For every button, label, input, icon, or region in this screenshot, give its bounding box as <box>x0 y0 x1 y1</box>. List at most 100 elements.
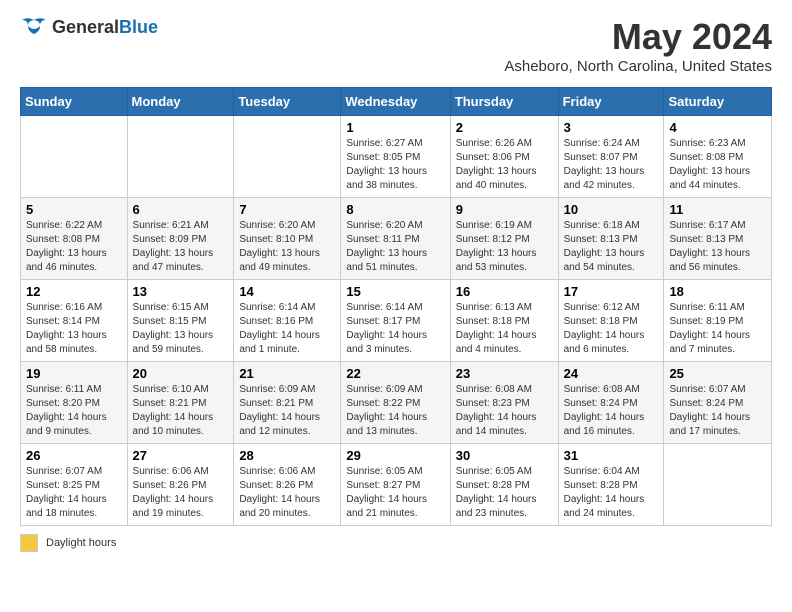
calendar-cell: 22 Sunrise: 6:09 AM Sunset: 8:22 PM Dayli… <box>341 362 450 444</box>
calendar-cell: 27Sunrise: 6:06 AM Sunset: 8:26 PM Dayli… <box>127 444 234 526</box>
weekday-friday: Friday <box>558 88 664 116</box>
day-info: Sunrise: 6:16 AM Sunset: 8:14 PM Dayligh… <box>26 301 122 357</box>
legend-daylight-box <box>20 534 38 552</box>
weekday-saturday: Saturday <box>664 88 772 116</box>
day-info: Sunrise: 6:08 AM Sunset: 8:24 PM Dayligh… <box>564 383 659 439</box>
calendar-cell: 26 Sunrise: 6:07 AM Sunset: 8:25 PM Dayli… <box>21 444 128 526</box>
calendar-week-5: 26 Sunrise: 6:07 AM Sunset: 8:25 PM Dayli… <box>21 444 772 526</box>
day-info: Sunrise: 6:12 AM Sunset: 8:18 PM Dayligh… <box>564 301 659 357</box>
day-info: Sunrise: 6:20 AM Sunset: 8:10 PM Dayligh… <box>239 219 335 275</box>
day-info: Sunrise: 6:20 AM Sunset: 8:11 PM Dayligh… <box>346 219 444 275</box>
day-number: 27 <box>133 448 229 463</box>
day-number: 4 <box>669 120 766 135</box>
day-number: 13 <box>133 284 229 299</box>
calendar-cell: 5 Sunrise: 6:22 AM Sunset: 8:08 PM Daylig… <box>21 198 128 280</box>
day-info: Sunrise: 6:07 AM Sunset: 8:24 PM Dayligh… <box>669 383 766 439</box>
day-info: Sunrise: 6:08 AM Sunset: 8:23 PM Dayligh… <box>456 383 553 439</box>
calendar-cell: 4 Sunrise: 6:23 AM Sunset: 8:08 PM Daylig… <box>664 116 772 198</box>
day-info: Sunrise: 6:05 AM Sunset: 8:28 PM Dayligh… <box>456 465 553 521</box>
day-info: Sunrise: 6:11 AM Sunset: 8:20 PM Dayligh… <box>26 383 122 439</box>
day-number: 20 <box>133 366 229 381</box>
day-info: Sunrise: 6:17 AM Sunset: 8:13 PM Dayligh… <box>669 219 766 275</box>
day-info: Sunrise: 6:11 AM Sunset: 8:19 PM Dayligh… <box>669 301 766 357</box>
calendar-cell: 8Sunrise: 6:20 AM Sunset: 8:11 PM Daylig… <box>341 198 450 280</box>
day-number: 23 <box>456 366 553 381</box>
calendar-cell <box>127 116 234 198</box>
logo-general: General <box>52 17 119 37</box>
calendar-cell: 19 Sunrise: 6:11 AM Sunset: 8:20 PM Dayli… <box>21 362 128 444</box>
weekday-wednesday: Wednesday <box>341 88 450 116</box>
day-info: Sunrise: 6:22 AM Sunset: 8:08 PM Dayligh… <box>26 219 122 275</box>
day-number: 17 <box>564 284 659 299</box>
day-info: Sunrise: 6:14 AM Sunset: 8:17 PM Dayligh… <box>346 301 444 357</box>
day-number: 14 <box>239 284 335 299</box>
day-info: Sunrise: 6:09 AM Sunset: 8:21 PM Dayligh… <box>239 383 335 439</box>
calendar-cell: 2Sunrise: 6:26 AM Sunset: 8:06 PM Daylig… <box>450 116 558 198</box>
day-info: Sunrise: 6:06 AM Sunset: 8:26 PM Dayligh… <box>239 465 335 521</box>
weekday-header-row: SundayMondayTuesdayWednesdayThursdayFrid… <box>21 88 772 116</box>
logo-bird-icon <box>20 16 48 38</box>
calendar-cell: 1 Sunrise: 6:27 AM Sunset: 8:05 PM Daylig… <box>341 116 450 198</box>
day-number: 25 <box>669 366 766 381</box>
calendar-week-4: 19 Sunrise: 6:11 AM Sunset: 8:20 PM Dayli… <box>21 362 772 444</box>
calendar-cell: 23 Sunrise: 6:08 AM Sunset: 8:23 PM Dayli… <box>450 362 558 444</box>
day-number: 16 <box>456 284 553 299</box>
day-number: 19 <box>26 366 122 381</box>
day-info: Sunrise: 6:05 AM Sunset: 8:27 PM Dayligh… <box>346 465 444 521</box>
calendar-cell: 21 Sunrise: 6:09 AM Sunset: 8:21 PM Dayli… <box>234 362 341 444</box>
day-info: Sunrise: 6:07 AM Sunset: 8:25 PM Dayligh… <box>26 465 122 521</box>
day-number: 24 <box>564 366 659 381</box>
calendar-cell: 10 Sunrise: 6:18 AM Sunset: 8:13 PM Dayli… <box>558 198 664 280</box>
day-number: 5 <box>26 202 122 217</box>
calendar-week-1: 1 Sunrise: 6:27 AM Sunset: 8:05 PM Daylig… <box>21 116 772 198</box>
calendar-cell: 17 Sunrise: 6:12 AM Sunset: 8:18 PM Dayli… <box>558 280 664 362</box>
weekday-thursday: Thursday <box>450 88 558 116</box>
weekday-sunday: Sunday <box>21 88 128 116</box>
day-info: Sunrise: 6:15 AM Sunset: 8:15 PM Dayligh… <box>133 301 229 357</box>
day-info: Sunrise: 6:09 AM Sunset: 8:22 PM Dayligh… <box>346 383 444 439</box>
day-number: 28 <box>239 448 335 463</box>
logo-blue: Blue <box>119 17 158 37</box>
logo-text: GeneralBlue <box>52 17 158 38</box>
day-info: Sunrise: 6:19 AM Sunset: 8:12 PM Dayligh… <box>456 219 553 275</box>
day-info: Sunrise: 6:18 AM Sunset: 8:13 PM Dayligh… <box>564 219 659 275</box>
day-number: 1 <box>346 120 444 135</box>
footer: Daylight hours <box>20 534 772 552</box>
day-info: Sunrise: 6:23 AM Sunset: 8:08 PM Dayligh… <box>669 137 766 193</box>
day-info: Sunrise: 6:04 AM Sunset: 8:28 PM Dayligh… <box>564 465 659 521</box>
calendar-cell: 16Sunrise: 6:13 AM Sunset: 8:18 PM Dayli… <box>450 280 558 362</box>
calendar-cell: 29Sunrise: 6:05 AM Sunset: 8:27 PM Dayli… <box>341 444 450 526</box>
day-number: 3 <box>564 120 659 135</box>
calendar-cell: 13 Sunrise: 6:15 AM Sunset: 8:15 PM Dayli… <box>127 280 234 362</box>
day-number: 10 <box>564 202 659 217</box>
day-info: Sunrise: 6:24 AM Sunset: 8:07 PM Dayligh… <box>564 137 659 193</box>
day-info: Sunrise: 6:21 AM Sunset: 8:09 PM Dayligh… <box>133 219 229 275</box>
day-number: 7 <box>239 202 335 217</box>
day-number: 26 <box>26 448 122 463</box>
day-number: 11 <box>669 202 766 217</box>
day-number: 12 <box>26 284 122 299</box>
calendar-cell: 25 Sunrise: 6:07 AM Sunset: 8:24 PM Dayli… <box>664 362 772 444</box>
weekday-monday: Monday <box>127 88 234 116</box>
day-info: Sunrise: 6:27 AM Sunset: 8:05 PM Dayligh… <box>346 137 444 193</box>
calendar-cell: 28 Sunrise: 6:06 AM Sunset: 8:26 PM Dayli… <box>234 444 341 526</box>
day-info: Sunrise: 6:10 AM Sunset: 8:21 PM Dayligh… <box>133 383 229 439</box>
day-number: 22 <box>346 366 444 381</box>
day-number: 30 <box>456 448 553 463</box>
subtitle: Asheboro, North Carolina, United States <box>504 58 772 75</box>
calendar-cell: 11 Sunrise: 6:17 AM Sunset: 8:13 PM Dayli… <box>664 198 772 280</box>
calendar-cell: 3 Sunrise: 6:24 AM Sunset: 8:07 PM Daylig… <box>558 116 664 198</box>
day-number: 18 <box>669 284 766 299</box>
calendar-week-2: 5 Sunrise: 6:22 AM Sunset: 8:08 PM Daylig… <box>21 198 772 280</box>
main-title: May 2024 <box>504 16 772 58</box>
day-number: 21 <box>239 366 335 381</box>
calendar-cell: 20 Sunrise: 6:10 AM Sunset: 8:21 PM Dayli… <box>127 362 234 444</box>
calendar-cell: 6Sunrise: 6:21 AM Sunset: 8:09 PM Daylig… <box>127 198 234 280</box>
calendar-table: SundayMondayTuesdayWednesdayThursdayFrid… <box>20 87 772 526</box>
calendar-cell: 18 Sunrise: 6:11 AM Sunset: 8:19 PM Dayli… <box>664 280 772 362</box>
calendar-cell <box>21 116 128 198</box>
calendar-cell: 14Sunrise: 6:14 AM Sunset: 8:16 PM Dayli… <box>234 280 341 362</box>
day-number: 2 <box>456 120 553 135</box>
logo: GeneralBlue <box>20 16 158 38</box>
legend-daylight-label: Daylight hours <box>46 537 116 549</box>
